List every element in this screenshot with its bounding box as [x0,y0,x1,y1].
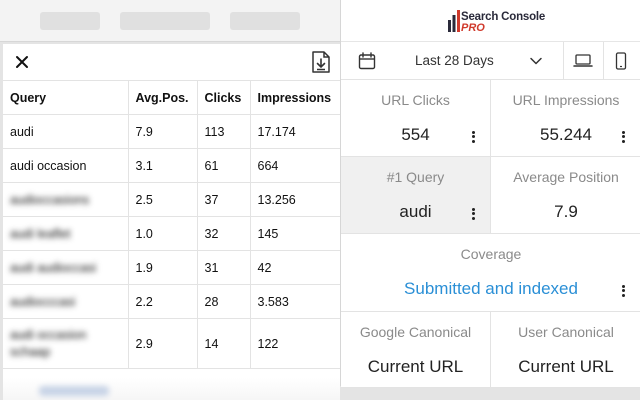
table-fade [3,378,340,400]
google-canonical-value: Current URL [367,357,464,376]
kebab-menu-icon[interactable] [618,129,628,145]
clicks-cell: 37 [197,182,251,217]
logo-subtitle: PRO [461,22,485,34]
search-console-pro-logo-icon [448,10,460,32]
coverage-label: Coverage [460,246,522,262]
impressions-cell: 42 [250,250,340,285]
url-clicks-label: URL Clicks [381,92,450,108]
close-button[interactable] [12,52,32,72]
google-canonical-label: Google Canonical [359,324,472,340]
column-header-clicks[interactable]: Clicks [197,80,251,115]
background-shape [230,12,300,30]
query-cell: audi audioccasi [3,250,129,285]
blurred-link [39,386,109,396]
date-range-label: Last 28 Days [415,53,494,68]
table-row[interactable]: audi occasion schaap 2.9 14 122 [3,318,340,369]
clicks-cell: 61 [197,148,251,183]
divider [563,42,564,80]
download-icon [312,51,330,73]
user-canonical-label: User Canonical [518,324,614,340]
clicks-cell: 113 [197,114,251,149]
impressions-cell: 145 [250,216,340,251]
impressions-cell: 17.174 [250,114,340,149]
query-cell: audi occasion schaap [3,318,129,369]
average-position-card: Average Position 7.9 [491,157,640,234]
query-cell: audi leaflet [3,216,129,251]
divider [603,42,604,80]
column-header-query[interactable]: Query [3,80,129,115]
top-query-label: #1 Query [386,169,445,185]
url-impressions-label: URL Impressions [512,92,620,108]
query-cell: audiocccasi [3,284,129,319]
table-header-row: Query Avg.Pos. Clicks Impressions [3,80,340,115]
user-canonical-card: User Canonical Current URL [491,312,640,388]
clicks-cell: 14 [197,318,251,369]
query-panel-header [3,44,340,80]
table-row[interactable]: audi audioccasi 1.9 31 42 [3,250,340,285]
date-range-select[interactable]: Last 28 Days [389,42,559,80]
avg-pos-cell: 2.2 [128,284,198,319]
impressions-cell: 664 [250,148,340,183]
calendar-icon[interactable] [358,52,376,70]
google-canonical-card: Google Canonical Current URL [341,312,491,388]
table-row[interactable]: audiocccasi 2.2 28 3.583 [3,284,340,319]
top-query-card: #1 Query audi [341,157,491,234]
avg-pos-cell: 3.1 [128,148,198,183]
desktop-icon[interactable] [573,53,593,69]
kebab-menu-icon[interactable] [468,129,478,145]
clicks-cell: 32 [197,216,251,251]
table-row[interactable]: audi 7.9 113 17.174 [3,114,340,149]
coverage-value[interactable]: Submitted and indexed [341,279,640,299]
avg-pos-cell: 2.9 [128,318,198,369]
impressions-cell: 13.256 [250,182,340,217]
table-row[interactable]: audi leaflet 1.0 32 145 [3,216,340,251]
average-position-label: Average Position [513,169,619,185]
query-cell: audioccasions [3,182,129,217]
query-cell: audi occasion [3,148,129,183]
extension-panel: Search Console PRO Last 28 Days URL Clic… [340,0,640,388]
kebab-menu-icon[interactable] [618,283,628,299]
impressions-cell: 3.583 [250,284,340,319]
background-topbar [0,0,345,42]
background-shape [40,12,100,30]
download-button[interactable] [310,50,332,74]
kebab-menu-icon[interactable] [468,206,478,222]
close-icon [16,56,28,68]
query-table: Query Avg.Pos. Clicks Impressions audi 7… [3,80,340,369]
url-impressions-card: URL Impressions 55.244 [491,80,640,157]
user-canonical-value: Current URL [518,357,614,376]
chevron-down-icon [530,57,542,65]
column-header-impressions[interactable]: Impressions [250,80,340,115]
average-position-value: 7.9 [554,202,578,221]
clicks-cell: 31 [197,250,251,285]
avg-pos-cell: 2.5 [128,182,198,217]
query-cell: audi [3,114,129,149]
clicks-cell: 28 [197,284,251,319]
date-range-bar: Last 28 Days [341,42,640,80]
url-clicks-card: URL Clicks 554 [341,80,491,157]
avg-pos-cell: 1.0 [128,216,198,251]
mobile-icon[interactable] [615,52,627,70]
table-row[interactable]: audioccasions 2.5 37 13.256 [3,182,340,217]
background-shape [120,12,210,30]
column-header-avg-pos[interactable]: Avg.Pos. [128,80,198,115]
avg-pos-cell: 1.9 [128,250,198,285]
query-panel: Query Avg.Pos. Clicks Impressions audi 7… [3,44,340,400]
table-row[interactable]: audi occasion 3.1 61 664 [3,148,340,183]
avg-pos-cell: 7.9 [128,114,198,149]
impressions-cell: 122 [250,318,340,369]
logo-bar: Search Console PRO [341,0,640,42]
coverage-card: Coverage Submitted and indexed [341,234,640,312]
